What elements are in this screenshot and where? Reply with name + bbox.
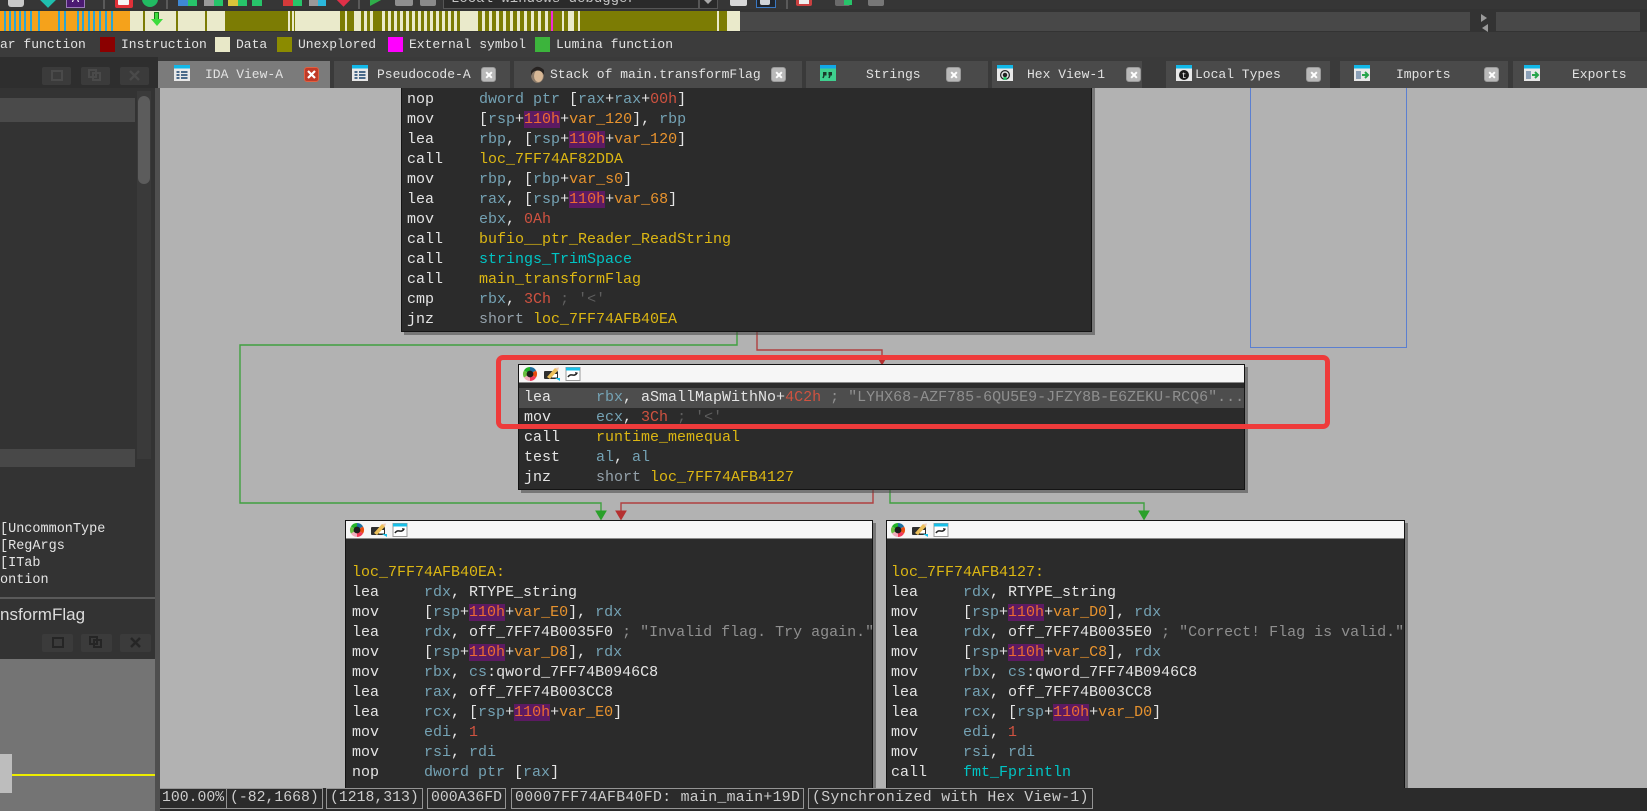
- svg-text:t: t: [1182, 72, 1187, 81]
